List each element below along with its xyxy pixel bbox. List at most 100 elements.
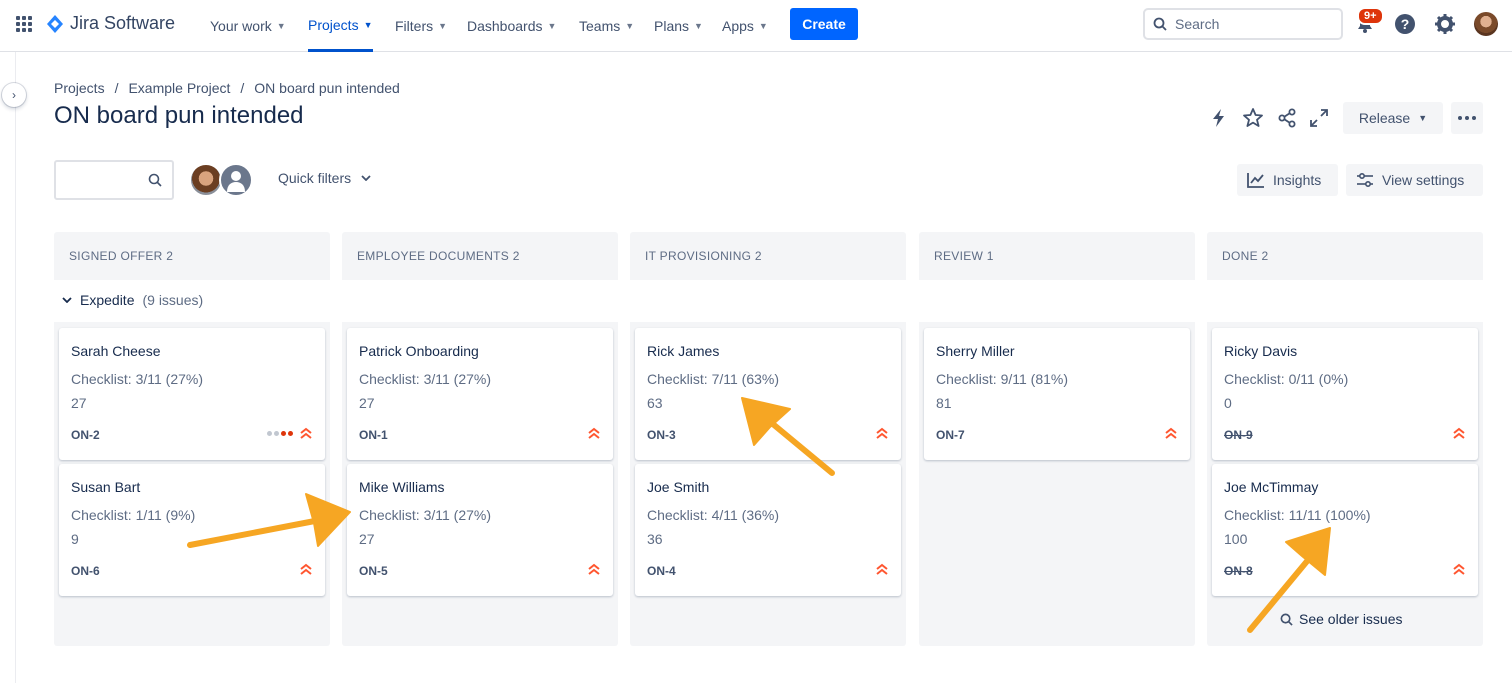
board-search-input[interactable] [54,160,174,200]
chevron-down-icon: ▼ [276,21,286,31]
card-summary: Sherry Miller [936,343,1015,359]
chevron-down-icon: ▼ [438,21,448,31]
nav-projects[interactable]: Projects ▼ [308,0,373,52]
card-issue-key[interactable]: ON-9 [1224,428,1253,442]
unassigned-avatar-filter[interactable] [219,163,253,197]
help-icon[interactable]: ? [1393,12,1417,36]
card-checklist: Checklist: 3/11 (27%) [359,507,492,523]
breadcrumb-separator: / [114,80,119,96]
card-checklist: Checklist: 3/11 (27%) [71,371,204,387]
card-summary: Mike Williams [359,479,445,495]
issue-card[interactable]: Joe McTimmay Checklist: 11/11 (100%) 100… [1212,464,1478,596]
issue-card[interactable]: Sarah Cheese Checklist: 3/11 (27%) 27 ON… [59,328,325,460]
search-placeholder: Search [1175,16,1220,32]
card-issue-key[interactable]: ON-7 [936,428,965,442]
jira-logo[interactable]: Jira Software [46,13,175,34]
card-issue-key[interactable]: ON-1 [359,428,388,442]
nav-label: Apps [722,18,754,34]
priority-highest-icon [1453,427,1465,439]
automation-lightning-icon[interactable] [1208,107,1230,129]
chevron-down-icon: ▼ [694,21,703,31]
nav-label: Plans [654,18,690,34]
card-summary: Joe McTimmay [1224,479,1319,495]
issue-card[interactable]: Susan Bart Checklist: 1/11 (9%) 9 ON-6 [59,464,325,596]
card-issue-key[interactable]: ON-5 [359,564,388,578]
breadcrumb-projects[interactable]: Projects [54,80,105,96]
card-issue-key[interactable]: ON-4 [647,564,676,578]
breadcrumb-board[interactable]: ON board pun intended [254,80,400,96]
card-summary: Sarah Cheese [71,343,161,359]
card-issue-key[interactable]: ON-6 [71,564,100,578]
nav-dashboards[interactable]: Dashboards ▼ [467,0,556,52]
card-checklist-value: 36 [647,531,663,547]
column-title: IT PROVISIONING 2 [645,249,762,263]
settings-gear-icon[interactable] [1433,12,1457,36]
chevron-right-icon: › [12,88,16,102]
nav-label: Teams [579,18,621,34]
breadcrumb: Projects / Example Project / ON board pu… [54,80,400,96]
card-issue-key[interactable]: ON-2 [71,428,100,442]
issue-card[interactable]: Mike Williams Checklist: 3/11 (27%) 27 O… [347,464,613,596]
card-checklist: Checklist: 9/11 (81%) [936,371,1069,387]
card-issue-key[interactable]: ON-8 [1224,564,1253,578]
quick-filters-dropdown[interactable]: Quick filters [278,170,371,186]
global-search-input[interactable]: Search [1143,8,1343,40]
top-navigation: Jira Software Your work ▼ Projects ▼ Filte… [0,0,1512,52]
breadcrumb-example-project[interactable]: Example Project [128,80,230,96]
issue-card[interactable]: Ricky Davis Checklist: 0/11 (0%) 0 ON-9 [1212,328,1478,460]
nav-apps[interactable]: Apps ▼ [722,0,768,52]
notification-badge: 9+ [1357,7,1384,25]
insights-label: Insights [1273,172,1322,188]
card-checklist-value: 9 [71,531,79,547]
issue-card[interactable]: Rick James Checklist: 7/11 (63%) 63 ON-3 [635,328,901,460]
card-summary: Joe Smith [647,479,710,495]
fullscreen-icon[interactable] [1308,107,1330,129]
view-settings-label: View settings [1382,172,1465,188]
card-checklist-value: 27 [359,531,375,547]
svg-text:?: ? [1401,16,1410,32]
card-checklist: Checklist: 3/11 (27%) [359,371,492,387]
priority-highest-icon [588,427,600,439]
product-name: Jira Software [70,13,176,33]
swimlane-name: Expedite [80,292,135,308]
create-button[interactable]: Create [790,8,858,40]
column-title: REVIEW 1 [934,249,994,263]
nav-filters[interactable]: Filters ▼ [395,0,447,52]
nav-plans[interactable]: Plans ▼ [654,0,703,52]
see-older-issues-label: See older issues [1299,611,1403,627]
search-icon [148,173,162,187]
card-checklist: Checklist: 7/11 (63%) [647,371,780,387]
release-button[interactable]: Release ▼ [1343,102,1443,134]
star-icon[interactable] [1242,107,1264,129]
see-older-issues-link[interactable]: See older issues [1280,611,1403,627]
insights-button[interactable]: Insights [1237,164,1338,196]
card-issue-key[interactable]: ON-3 [647,428,676,442]
chevron-down-icon [62,297,72,303]
assignee-avatar-filter[interactable] [189,163,223,197]
nav-your-work[interactable]: Your work ▼ [210,0,286,52]
card-summary: Susan Bart [71,479,141,495]
card-checklist-value: 81 [936,395,952,411]
view-settings-button[interactable]: View settings [1346,164,1483,196]
user-avatar[interactable] [1474,12,1498,36]
swimlane-issue-count: (9 issues) [142,292,204,308]
priority-highest-icon [300,563,312,575]
priority-highest-icon [876,427,888,439]
expand-sidebar-button[interactable]: › [2,83,26,107]
breadcrumb-separator: / [240,80,245,96]
search-icon [1153,17,1167,31]
search-icon [1280,613,1293,626]
issue-card[interactable]: Joe Smith Checklist: 4/11 (36%) 36 ON-4 [635,464,901,596]
share-icon[interactable] [1276,107,1298,129]
issue-card[interactable]: Sherry Miller Checklist: 9/11 (81%) 81 O… [924,328,1190,460]
nav-teams[interactable]: Teams ▼ [579,0,634,52]
card-summary: Ricky Davis [1224,343,1298,359]
more-actions-button[interactable] [1451,102,1483,134]
chart-trend-icon [1247,173,1264,188]
column-title: SIGNED OFFER 2 [69,249,174,263]
issue-card[interactable]: Patrick Onboarding Checklist: 3/11 (27%)… [347,328,613,460]
swimlane-expedite[interactable]: Expedite (9 issues) [62,292,203,308]
priority-highest-icon [588,563,600,575]
card-checklist: Checklist: 1/11 (9%) [71,507,196,523]
app-switcher-icon[interactable] [14,14,34,34]
